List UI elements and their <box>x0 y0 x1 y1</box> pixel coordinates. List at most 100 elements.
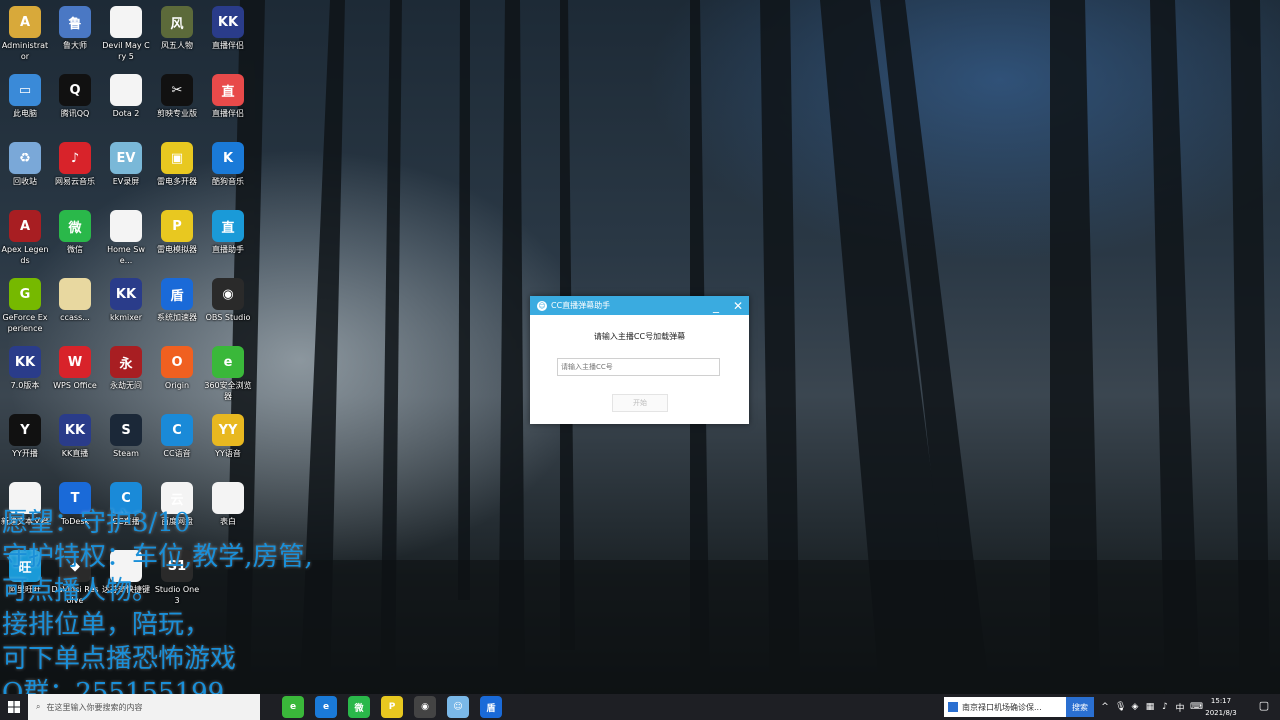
desktop-icon-label: 永劫无间 <box>110 381 142 390</box>
news-widget[interactable]: 南京禄口机场确诊保... 搜索 <box>944 697 1094 717</box>
app-icon: Y <box>9 414 41 446</box>
taskbar-app-wechat[interactable]: 微 <box>348 696 370 718</box>
desktop-icon[interactable]: W WPS Office <box>50 342 100 391</box>
desktop-icon[interactable]: KK kkmixer <box>101 274 151 323</box>
desktop-icon[interactable]: YY YY语音 <box>203 410 253 459</box>
app-icon: A <box>9 6 41 38</box>
desktop-icon-label: 酷狗音乐 <box>212 177 244 186</box>
app-icon: ◉ <box>212 278 244 310</box>
news-headline: 南京禄口机场确诊保... <box>962 702 1042 712</box>
microphone-icon[interactable]: 🎙 <box>1115 702 1126 712</box>
desktop-icon[interactable]: 风风五人物 <box>152 2 202 51</box>
desktop-icon[interactable]: Q 腾讯QQ <box>50 70 100 119</box>
desktop-icon[interactable]: 鲁鲁大师 <box>50 2 100 51</box>
dialog-title: CC直播弹幕助手 <box>551 301 611 310</box>
cc-id-input[interactable] <box>557 358 720 376</box>
desktop-icon[interactable]: KK 7.0版本 <box>0 342 50 391</box>
search-placeholder: 在这里输入你要搜索的内容 <box>46 702 143 712</box>
app-icon: 风 <box>161 6 193 38</box>
desktop-icon[interactable]: KK KK直播 <box>50 410 100 459</box>
desktop-icon[interactable]: Home Swe... <box>101 206 151 266</box>
desktop-icon[interactable]: G GeForce Experience <box>0 274 50 334</box>
desktop-icon[interactable]: ♻ 回收站 <box>0 138 50 187</box>
taskbar-app-shield[interactable]: 盾 <box>480 696 502 718</box>
desktop-icon-label: YY语音 <box>215 449 241 458</box>
overlay-line: 接排位单，陪玩， <box>2 610 211 640</box>
news-search-button[interactable]: 搜索 <box>1066 697 1094 717</box>
desktop-icon[interactable]: 永永劫无间 <box>101 342 151 391</box>
desktop-icon[interactable]: S Steam <box>101 410 151 459</box>
taskbar-app-leidian[interactable]: P <box>381 696 403 718</box>
desktop-icon-label: Origin <box>164 381 190 390</box>
desktop-icon[interactable]: 直直播伴侣 <box>203 70 253 119</box>
desktop-icon[interactable]: ♪ 网易云音乐 <box>50 138 100 187</box>
desktop-icon-label: EV录屏 <box>112 177 140 186</box>
desktop-icon[interactable]: A Apex Legends <box>0 206 50 266</box>
taskbar-search-input[interactable]: ⌕ 在这里输入你要搜索的内容 <box>28 694 260 720</box>
news-icon <box>948 702 958 712</box>
app-icon: KK <box>212 6 244 38</box>
app-icon: W <box>59 346 91 378</box>
taskbar-app-edge[interactable]: e <box>315 696 337 718</box>
taskbar-app-obs[interactable]: ◉ <box>414 696 436 718</box>
desktop-icon-label: 直播助手 <box>212 245 244 254</box>
desktop-icon[interactable]: Dota 2 <box>101 70 151 119</box>
taskbar-app-360-browser[interactable]: e <box>282 696 304 718</box>
app-icon: 鲁 <box>59 6 91 38</box>
desktop-icon[interactable]: O Origin <box>152 342 202 391</box>
desktop-icon-label: 雷电模拟器 <box>157 245 197 254</box>
desktop-icon[interactable]: ▣ 雷电多开器 <box>152 138 202 187</box>
desktop-icon[interactable]: A Administrator <box>0 2 50 62</box>
overlay-line: 可下单点播恐怖游戏 <box>2 644 237 674</box>
desktop-icon[interactable]: 盾系统加速器 <box>152 274 202 323</box>
desktop-icon-label: Home Swe... <box>107 245 145 265</box>
app-icon: 永 <box>110 346 142 378</box>
ime-indicator[interactable]: 中 <box>1175 701 1185 714</box>
desktop-icon[interactable]: C CC语音 <box>152 410 202 459</box>
desktop-icon-label: YY开播 <box>12 449 38 458</box>
desktop-icon[interactable]: Y YY开播 <box>0 410 50 459</box>
search-icon: ⌕ <box>36 702 41 711</box>
chevron-up-icon[interactable]: ^ <box>1100 702 1110 712</box>
desktop-icon-label: GeForce Experience <box>2 313 48 333</box>
system-tray: ^ 🎙 ◈ ▦ ♪ 中 ⌨ <box>1100 694 1203 720</box>
app-icon: 直 <box>212 210 244 242</box>
desktop-icon-label: OBS Studio <box>205 313 251 322</box>
desktop-icon[interactable]: ▭ 此电脑 <box>0 70 50 119</box>
desktop-icon[interactable]: ✂ 剪映专业版 <box>152 70 202 119</box>
app-icon: ♻ <box>9 142 41 174</box>
desktop-icon-label: 雷电多开器 <box>157 177 197 186</box>
desktop-icon[interactable]: e 360安全浏览器 <box>203 342 253 402</box>
taskbar-app-cc-assistant[interactable]: ☺ <box>447 696 469 718</box>
app-icon: K <box>212 142 244 174</box>
desktop-icon[interactable]: Devil May Cry 5 <box>101 2 151 62</box>
desktop-icon[interactable]: ccass... <box>50 274 100 323</box>
app-icon: C <box>161 414 193 446</box>
app-icon <box>59 278 91 310</box>
desktop-icon[interactable]: 直直播助手 <box>203 206 253 255</box>
start-button[interactable] <box>0 694 28 720</box>
desktop-icon[interactable]: P 雷电模拟器 <box>152 206 202 255</box>
notification-icon[interactable]: ▢ <box>1256 699 1272 715</box>
dialog-titlebar[interactable]: ☺ CC直播弹幕助手 _ ✕ <box>530 296 749 315</box>
taskbar-clock[interactable]: 15:17 2021/8/3 <box>1196 695 1246 719</box>
desktop-icon[interactable]: EV EV录屏 <box>101 138 151 187</box>
desktop-icon[interactable]: ◉ OBS Studio <box>203 274 253 323</box>
close-button[interactable]: ✕ <box>727 299 749 313</box>
network-icon[interactable]: ▦ <box>1145 702 1155 712</box>
desktop-icon-label: 腾讯QQ <box>60 109 90 118</box>
desktop-icon-label: WPS Office <box>53 381 97 390</box>
desktop-icon[interactable]: 微微信 <box>50 206 100 255</box>
volume-icon[interactable]: ♪ <box>1160 702 1170 712</box>
taskbar-pinned-apps: e e 微 P ◉ ☺ 盾 <box>282 696 502 718</box>
start-button[interactable]: 开始 <box>612 394 668 412</box>
desktop-icon-label: Apex Legends <box>1 245 49 265</box>
app-icon: 直 <box>212 74 244 106</box>
app-icon: ♪ <box>59 142 91 174</box>
stream-overlay-text: 愿望：守护3/10 守护特权：车位,教学,房管, 可点播人物。 接排位单，陪玩，… <box>2 506 313 710</box>
security-icon[interactable]: ◈ <box>1130 702 1140 712</box>
desktop-icon[interactable]: K 酷狗音乐 <box>203 138 253 187</box>
minimize-button[interactable]: _ <box>705 299 727 313</box>
desktop-icon[interactable]: KK 直播伴侣 <box>203 2 253 51</box>
clock-time: 15:17 <box>1210 697 1232 705</box>
